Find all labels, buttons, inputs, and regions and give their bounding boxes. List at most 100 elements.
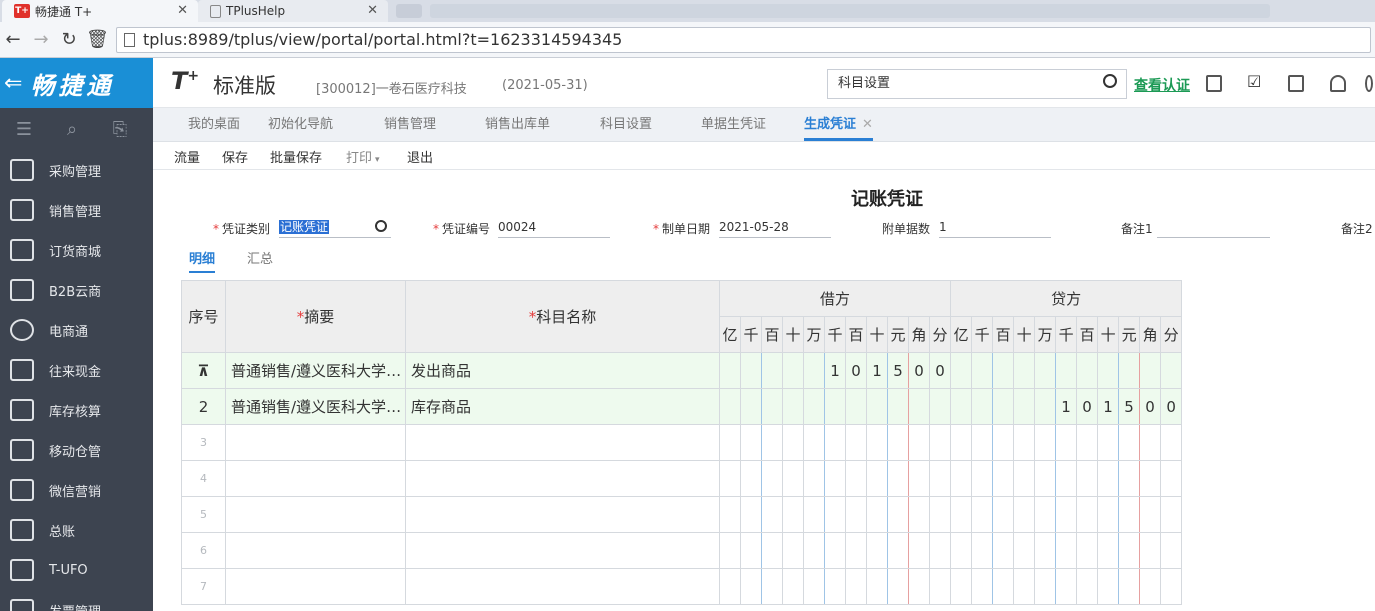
close-icon[interactable]: ✕ (862, 117, 873, 132)
credit-digit-cell[interactable] (950, 460, 973, 497)
debit-digit-cell[interactable] (719, 352, 741, 389)
debit-digit-cell[interactable] (824, 532, 846, 569)
debit-digit-cell[interactable] (719, 568, 741, 605)
save-button[interactable]: 保存 (222, 147, 248, 166)
account-cell[interactable] (405, 460, 720, 497)
credit-digit-cell[interactable] (992, 424, 1015, 461)
message-icon[interactable] (1288, 75, 1304, 92)
credit-digit-cell[interactable] (971, 460, 994, 497)
account-cell[interactable] (405, 568, 720, 605)
credit-digit-cell[interactable] (971, 532, 994, 569)
credit-digit-cell[interactable] (950, 352, 973, 389)
debit-digit-cell[interactable]: 0 (845, 352, 867, 389)
credit-digit-cell[interactable] (1055, 568, 1078, 605)
debit-digit-cell[interactable] (845, 424, 867, 461)
credit-digit-cell[interactable] (971, 352, 994, 389)
credit-digit-cell[interactable]: 1 (1097, 388, 1120, 425)
voucher-type-field[interactable]: 记账凭证 (279, 217, 391, 238)
seq-cell[interactable]: ⊼ (181, 352, 226, 389)
credit-digit-cell[interactable] (1076, 460, 1099, 497)
credit-digit-cell[interactable] (1097, 352, 1120, 389)
sidebar-item-1[interactable]: 销售管理 (0, 190, 153, 230)
debit-digit-cell[interactable] (782, 424, 804, 461)
credit-digit-cell[interactable] (1139, 424, 1162, 461)
credit-digit-cell[interactable] (1118, 568, 1141, 605)
credit-digit-cell[interactable] (1160, 424, 1183, 461)
credit-digit-cell[interactable] (1013, 568, 1036, 605)
debit-digit-cell[interactable] (866, 460, 888, 497)
debit-digit-cell[interactable] (866, 532, 888, 569)
debit-digit-cell[interactable] (908, 532, 930, 569)
note1-field[interactable] (1157, 217, 1270, 238)
debit-digit-cell[interactable]: 5 (887, 352, 909, 389)
debit-digit-cell[interactable] (887, 388, 909, 425)
debit-digit-cell[interactable] (803, 352, 825, 389)
credit-digit-cell[interactable] (1034, 388, 1057, 425)
credit-digit-cell[interactable] (1055, 460, 1078, 497)
credit-digit-cell[interactable] (1139, 496, 1162, 533)
tab-generate-voucher[interactable]: 生成凭证 ✕ (804, 108, 873, 141)
credit-digit-cell[interactable] (1097, 424, 1120, 461)
debit-digit-cell[interactable] (908, 496, 930, 533)
debit-digit-cell[interactable] (782, 532, 804, 569)
credit-digit-cell[interactable] (992, 532, 1015, 569)
credit-digit-cell[interactable] (992, 352, 1015, 389)
debit-digit-cell[interactable] (908, 424, 930, 461)
debit-digit-cell[interactable] (928, 568, 952, 605)
credit-digit-cell[interactable] (1160, 532, 1183, 569)
credit-digit-cell[interactable]: 0 (1076, 388, 1099, 425)
back-arrow-icon[interactable]: ← (2, 29, 24, 51)
search-icon[interactable] (1103, 74, 1117, 88)
debit-digit-cell[interactable] (761, 352, 783, 389)
debit-digit-cell[interactable] (782, 388, 804, 425)
user-icon[interactable] (1365, 75, 1373, 92)
credit-digit-cell[interactable] (1034, 568, 1057, 605)
credit-digit-cell[interactable] (1139, 568, 1162, 605)
credit-digit-cell[interactable] (1034, 460, 1057, 497)
debit-digit-cell[interactable] (803, 496, 825, 533)
debit-digit-cell[interactable] (887, 568, 909, 605)
credit-digit-cell[interactable] (992, 496, 1015, 533)
debit-digit-cell[interactable] (740, 568, 762, 605)
credit-digit-cell[interactable] (1013, 352, 1036, 389)
credit-digit-cell[interactable] (1076, 352, 1099, 389)
browser-tab-tplus[interactable]: T+ 畅捷通 T+ ✕ (2, 0, 198, 22)
edit-icon[interactable]: ⎘ (96, 119, 144, 140)
credit-digit-cell[interactable] (1076, 424, 1099, 461)
tab-sales-outbound[interactable]: 销售出库单 (485, 108, 550, 142)
credit-digit-cell[interactable] (1055, 352, 1078, 389)
debit-digit-cell[interactable] (928, 496, 952, 533)
debit-digit-cell[interactable] (845, 496, 867, 533)
close-icon[interactable]: ✕ (367, 3, 378, 18)
credit-digit-cell[interactable] (1076, 532, 1099, 569)
debit-digit-cell[interactable]: 1 (866, 352, 888, 389)
debit-digit-cell[interactable] (866, 496, 888, 533)
debit-digit-cell[interactable] (928, 460, 952, 497)
sidebar-item-0[interactable]: 采购管理 (0, 150, 153, 190)
debit-digit-cell[interactable] (824, 388, 846, 425)
function-search-input[interactable]: 科目设置 (827, 69, 1127, 99)
row-insert-icon[interactable]: ⊼ (197, 362, 209, 380)
debit-digit-cell[interactable]: 1 (824, 352, 846, 389)
debit-digit-cell[interactable] (887, 532, 909, 569)
credit-digit-cell[interactable] (1013, 460, 1036, 497)
seq-cell[interactable]: 6 (181, 532, 226, 569)
debit-digit-cell[interactable] (887, 496, 909, 533)
debit-digit-cell[interactable] (928, 424, 952, 461)
credit-digit-cell[interactable] (1097, 568, 1120, 605)
summary-cell[interactable] (225, 424, 406, 461)
bell-icon[interactable] (1330, 75, 1346, 92)
account-cell[interactable] (405, 496, 720, 533)
debit-digit-cell[interactable]: 0 (908, 352, 930, 389)
credit-digit-cell[interactable] (1118, 496, 1141, 533)
credit-digit-cell[interactable] (992, 460, 1015, 497)
trash-icon[interactable]: 🗑 (86, 29, 109, 51)
voucher-date-field[interactable]: 2021-05-28 (719, 217, 831, 238)
debit-digit-cell[interactable] (908, 388, 930, 425)
tab-sales[interactable]: 销售管理 (384, 108, 436, 142)
sidebar-item-10[interactable]: T-UFO (0, 550, 153, 590)
debit-digit-cell[interactable] (803, 532, 825, 569)
debit-digit-cell[interactable] (824, 496, 846, 533)
debit-digit-cell[interactable] (803, 388, 825, 425)
tab-doc-to-voucher[interactable]: 单据生凭证 (701, 108, 766, 142)
